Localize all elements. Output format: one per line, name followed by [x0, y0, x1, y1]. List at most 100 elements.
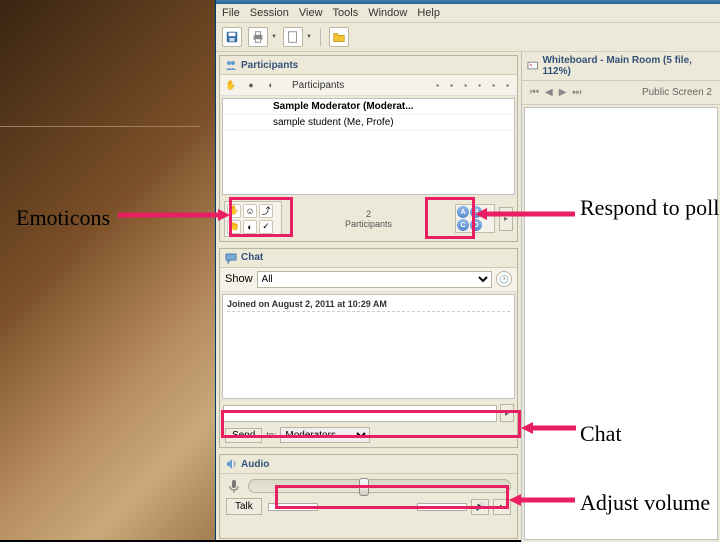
audio-level-meter [268, 503, 318, 511]
confused-icon[interactable]: ◐ [243, 220, 257, 234]
menu-session[interactable]: Session [250, 7, 289, 19]
toolbar-divider [320, 28, 321, 46]
nav-next-icon[interactable]: ▶ [559, 87, 567, 98]
annotation-respond-text: Respond to poll [580, 195, 719, 220]
timestamp-toggle-icon[interactable]: 🕐 [496, 271, 512, 287]
chat-message-area[interactable]: Joined on August 2, 2011 at 10:29 AM [222, 294, 515, 400]
whiteboard-canvas[interactable] [524, 107, 718, 540]
speaker-button[interactable]: 🔊 [471, 499, 489, 515]
chat-to-label: to: [266, 430, 276, 440]
slide-divider-line [0, 126, 200, 127]
annotation-respond-poll: Respond to poll [580, 195, 719, 221]
audio-title: Audio [241, 459, 269, 470]
poll-option-d[interactable]: D [470, 219, 482, 231]
save-icon [225, 30, 239, 44]
audio-expand-button[interactable]: ▸ [493, 499, 511, 515]
print-dropdown[interactable]: ▼ [271, 34, 277, 40]
chat-title: Chat [241, 252, 263, 263]
poll-option-a[interactable]: A [457, 206, 469, 218]
perm-icon-6: ▪ [502, 80, 513, 91]
panel-collapse-button[interactable]: ▸ [499, 207, 513, 231]
right-column: Whiteboard - Main Room (5 file, 112%) ⏮ … [521, 52, 720, 542]
whiteboard-nav: ⏮ ◀ ▶ ⏭ Public Screen 2 [522, 81, 720, 105]
audio-panel: Audio Talk 🔊 [219, 454, 518, 539]
page-icon [286, 30, 300, 44]
chat-input[interactable] [223, 405, 497, 422]
annotation-emoticons: Emoticons [16, 205, 110, 231]
menu-window[interactable]: Window [368, 7, 407, 19]
menu-tools[interactable]: Tools [333, 7, 359, 19]
participant-row[interactable]: Sample Moderator (Moderat... [223, 99, 514, 115]
perm-icon-4: ▪ [474, 80, 485, 91]
perm-icon-2: ▪ [446, 80, 457, 91]
whiteboard-title: Whiteboard - Main Room (5 file, 112%) [542, 55, 715, 77]
count-number: 2 [286, 209, 451, 219]
app-window: File Session View Tools Window Help ▼ ▼ [215, 0, 720, 540]
page-dropdown[interactable]: ▼ [306, 34, 312, 40]
mic-icon [226, 478, 242, 494]
participant-row[interactable]: sample student (Me, Profe) [223, 115, 514, 131]
approve-icon[interactable]: ✓ [259, 220, 273, 234]
raise-hand-icon[interactable]: ✋ [227, 204, 241, 218]
participants-icon [225, 59, 237, 71]
whiteboard-header: Whiteboard - Main Room (5 file, 112%) [522, 52, 720, 81]
menu-view[interactable]: View [299, 7, 323, 19]
nav-first-icon[interactable]: ⏮ [530, 87, 539, 98]
save-button[interactable] [222, 27, 242, 47]
mic-volume-slider[interactable] [248, 479, 511, 493]
clap-icon[interactable]: 👏 [227, 220, 241, 234]
content-area: Participants ✋ ● ◐ Participants ▪ ▪ ▪ ▪ … [216, 52, 720, 542]
participants-title: Participants [241, 60, 298, 71]
folder-button[interactable] [329, 27, 349, 47]
menubar: File Session View Tools Window Help [216, 4, 720, 23]
audio-header: Audio [220, 455, 517, 474]
audio-right-controls: 🔊 ▸ [417, 499, 511, 515]
step-away-icon[interactable]: ◐ [264, 78, 278, 92]
print-button[interactable] [248, 27, 268, 47]
menu-file[interactable]: File [222, 7, 240, 19]
emoticon-toolbar: ✋ ☺ ⤴ 👏 ◐ ✓ [224, 201, 282, 237]
menu-help[interactable]: Help [417, 7, 440, 19]
participants-toolbar: ✋ ● ◐ Participants ▪ ▪ ▪ ▪ ▪ ▪ [220, 75, 517, 96]
smile-icon[interactable]: ☺ [243, 204, 257, 218]
printer-icon [251, 30, 265, 44]
talk-button[interactable]: Talk [226, 498, 262, 515]
mic-status-icon[interactable]: ● [244, 78, 258, 92]
left-column: Participants ✋ ● ◐ Participants ▪ ▪ ▪ ▪ … [216, 52, 521, 542]
annotation-chat: Chat [580, 421, 622, 447]
chat-send-row: Send to: Moderators [220, 425, 517, 447]
poll-option-c[interactable]: C [457, 219, 469, 231]
chat-to-select[interactable]: Moderators [280, 427, 370, 443]
chat-expand-button[interactable]: ▸ [500, 404, 514, 422]
nav-last-icon[interactable]: ⏭ [572, 87, 581, 98]
audio-body: Talk 🔊 ▸ [220, 474, 517, 538]
chat-show-label: Show [225, 273, 253, 285]
chat-show-select[interactable]: All [257, 271, 492, 288]
away-icon[interactable]: ⤴ [259, 204, 273, 218]
participants-footer: ✋ ☺ ⤴ 👏 ◐ ✓ 2 Participants A B C [220, 197, 517, 241]
participants-list[interactable]: Sample Moderator (Moderat... sample stud… [222, 98, 515, 195]
participants-panel: Participants ✋ ● ◐ Participants ▪ ▪ ▪ ▪ … [219, 55, 518, 242]
participants-column-label: Participants [292, 80, 344, 91]
annotation-volume: Adjust volume [580, 490, 710, 516]
poll-response-toolbar: A B C D [455, 204, 495, 233]
chat-icon [225, 252, 237, 264]
whiteboard-screen-label: Public Screen 2 [642, 87, 712, 98]
participant-count: 2 Participants [286, 209, 451, 229]
mic-slider-row [226, 478, 511, 494]
perm-icon-5: ▪ [488, 80, 499, 91]
poll-option-b[interactable]: B [470, 206, 482, 218]
whiteboard-icon [527, 60, 538, 72]
hand-raise-icon[interactable]: ✋ [224, 78, 238, 92]
mic-slider-thumb[interactable] [359, 478, 369, 496]
page-button[interactable] [283, 27, 303, 47]
chat-panel: Chat Show All 🕐 Joined on August 2, 2011… [219, 248, 518, 449]
toolbar: ▼ ▼ [216, 23, 720, 52]
count-label: Participants [286, 219, 451, 229]
chat-header: Chat [220, 249, 517, 268]
nav-prev-icon[interactable]: ◀ [545, 87, 553, 98]
perm-icon-1: ▪ [432, 80, 443, 91]
permission-icons: ▪ ▪ ▪ ▪ ▪ ▪ [432, 80, 513, 91]
annotation-volume-text: Adjust volume [580, 490, 710, 515]
send-button[interactable]: Send [225, 428, 262, 443]
